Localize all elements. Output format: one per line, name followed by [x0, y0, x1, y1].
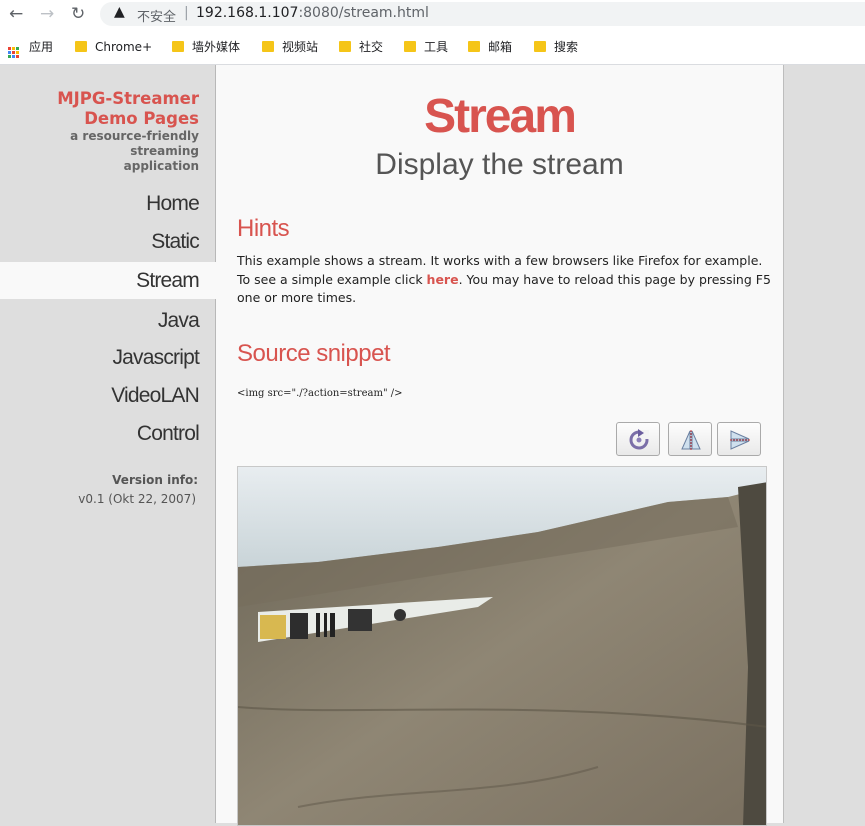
main-content: Stream Display the stream Hints This exa…	[216, 65, 784, 826]
sidebar: MJPG-Streamer Demo Pages a resource-frie…	[0, 65, 216, 823]
menu-item-java[interactable]: Java	[158, 306, 200, 336]
flip-horizontal-icon	[730, 430, 750, 450]
folder-icon	[262, 41, 274, 52]
bookmark-label: 应用	[29, 40, 54, 54]
url-path: :8080/stream.html	[298, 5, 429, 21]
url-text[interactable]: 192.168.1.107:8080/stream.html	[196, 5, 429, 21]
bookmark-folder[interactable]: 搜索	[534, 38, 578, 56]
warning-icon[interactable]: ▲	[114, 4, 125, 20]
menu-item-stream[interactable]: Stream	[136, 266, 200, 296]
video-stream	[237, 466, 767, 826]
hints-heading: Hints	[237, 215, 290, 242]
menu-item-videolan[interactable]: VideoLAN	[111, 381, 200, 411]
menu-item-control[interactable]: Control	[137, 419, 200, 449]
bookmark-label: 视频站	[282, 40, 319, 54]
page-title: Stream	[424, 90, 577, 143]
brand-title-2: Demo Pages	[84, 109, 199, 128]
reload-icon[interactable]: ↻	[71, 4, 85, 24]
bookmark-folder[interactable]: 社交	[339, 38, 383, 56]
url-host: 192.168.1.107	[196, 5, 299, 21]
folder-icon	[172, 41, 184, 52]
address-bar[interactable]: ▲ 不安全 | 192.168.1.107:8080/stream.html	[100, 2, 865, 26]
bookmark-folder[interactable]: 邮箱	[468, 38, 512, 56]
bookmark-folder[interactable]: Chrome+	[75, 38, 152, 56]
brand-tagline: a resource-friendly streaming	[70, 129, 199, 158]
rotate-button[interactable]	[616, 422, 660, 456]
bookmark-label: 邮箱	[488, 40, 513, 54]
menu-item-static[interactable]: Static	[151, 227, 200, 257]
bookmark-folder[interactable]: 视频站	[262, 38, 318, 56]
browser-toolbar: ← → ↻ ▲ 不安全 | 192.168.1.107:8080/stream.…	[0, 0, 865, 30]
bookmark-label: 搜索	[554, 40, 579, 54]
source-snippet-heading: Source snippet	[237, 340, 391, 367]
folder-icon	[75, 41, 87, 52]
folder-icon	[404, 41, 416, 52]
back-icon[interactable]: ←	[9, 4, 23, 24]
brand-tagline-2: application	[123, 159, 199, 173]
stream-image	[238, 467, 766, 825]
here-link[interactable]: here	[427, 272, 459, 287]
menu-item-home[interactable]: Home	[146, 189, 200, 219]
bookmark-label: 墙外媒体	[192, 40, 241, 54]
source-code: <img src="./?action=stream" />	[237, 388, 403, 399]
bookmark-label: Chrome+	[95, 40, 153, 54]
bookmarks-bar: 应用 Chrome+ 墙外媒体 视频站 社交 工具 邮箱 搜索	[0, 30, 865, 65]
folder-icon	[468, 41, 480, 52]
bookmark-folder[interactable]: 墙外媒体	[172, 38, 240, 56]
bookmark-label: 工具	[424, 40, 449, 54]
page-margin	[784, 65, 865, 823]
brand: MJPG-Streamer Demo Pages a resource-frie…	[0, 89, 199, 174]
version-label: Version info:	[112, 473, 198, 487]
url-separator: |	[184, 5, 189, 21]
bookmark-apps[interactable]: 应用	[8, 38, 54, 58]
forward-icon[interactable]: →	[40, 4, 54, 24]
hints-paragraph: This example shows a stream. It works wi…	[237, 252, 772, 308]
apps-icon	[8, 47, 19, 58]
security-label: 不安全	[137, 10, 177, 25]
bookmark-label: 社交	[359, 40, 384, 54]
flip-vertical-button[interactable]	[668, 422, 712, 456]
bookmark-folder[interactable]: 工具	[404, 38, 448, 56]
menu-item-javascript[interactable]: Javascript	[112, 343, 199, 373]
flip-horizontal-button[interactable]	[717, 422, 761, 456]
page-subtitle: Display the stream	[375, 148, 624, 181]
rotate-icon	[629, 429, 649, 450]
version-value: v0.1 (Okt 22, 2007)	[78, 492, 196, 506]
folder-icon	[534, 41, 546, 52]
flip-vertical-icon	[681, 430, 701, 450]
brand-title: MJPG-Streamer	[57, 89, 199, 108]
folder-icon	[339, 41, 351, 52]
